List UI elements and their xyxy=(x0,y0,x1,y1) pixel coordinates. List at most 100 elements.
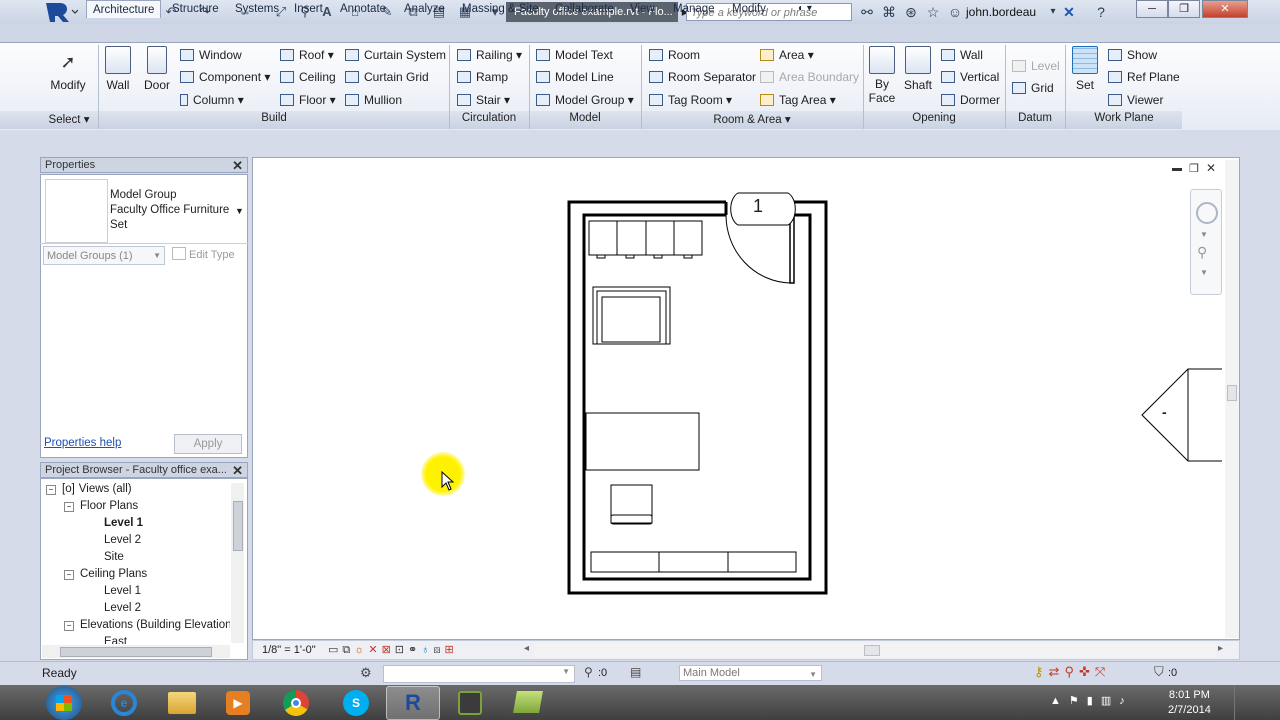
stair-button[interactable]: Stair ▾ xyxy=(457,93,510,107)
tree-item-ceiling-level-2[interactable]: Level 2 xyxy=(104,602,141,614)
taskbar-media-player[interactable]: ▶ xyxy=(212,686,264,718)
scrollbar-thumb[interactable] xyxy=(864,645,880,656)
tab-architecture[interactable]: Architecture xyxy=(86,0,162,18)
floor-button[interactable]: Floor ▾ xyxy=(280,93,336,107)
tree-item-floor-level-1[interactable]: Level 1 xyxy=(104,517,143,529)
collapse-icon[interactable]: − xyxy=(46,485,56,495)
scrollbar-thumb[interactable] xyxy=(233,501,243,551)
ribbon-minimize-icon[interactable]: ◐ ▾ xyxy=(792,0,818,18)
model-text-button[interactable]: Model Text xyxy=(536,48,613,62)
ramp-button[interactable]: Ramp xyxy=(457,70,508,84)
shadows-icon[interactable]: ✕ xyxy=(368,644,381,656)
filter-icon[interactable]: ⛉ xyxy=(1154,664,1164,680)
select-links-icon[interactable]: ⚷ xyxy=(1034,664,1049,679)
collapse-icon[interactable]: − xyxy=(64,502,74,512)
crop-view-icon[interactable]: ⊠ xyxy=(382,644,395,656)
tree-node-floor-plans[interactable]: − Floor Plans xyxy=(64,500,138,512)
curtain-grid-button[interactable]: Curtain Grid xyxy=(345,70,429,84)
tree-node-elevations[interactable]: − Elevations (Building Elevation xyxy=(64,619,230,631)
help-icon[interactable]: ? xyxy=(1092,3,1110,21)
minimize-button[interactable]: ─ xyxy=(1136,0,1168,18)
taskbar-notes[interactable] xyxy=(502,686,554,718)
tab-structure[interactable]: Structure xyxy=(166,0,225,18)
scrollbar-thumb[interactable] xyxy=(1227,385,1237,401)
area-button[interactable]: Area ▾ xyxy=(760,48,814,62)
tree-item-site[interactable]: Site xyxy=(104,551,124,563)
level-button[interactable]: Level xyxy=(1012,59,1060,73)
viewer-button[interactable]: Viewer xyxy=(1108,93,1163,107)
exchange-apps-icon[interactable]: ✕ xyxy=(1060,3,1078,21)
scroll-right-icon[interactable]: ▸ xyxy=(1218,643,1223,654)
model-line-button[interactable]: Model Line xyxy=(536,70,614,84)
active-workset-select[interactable]: ▼ xyxy=(383,665,575,683)
volume-icon[interactable]: ♪ xyxy=(1119,695,1133,707)
tab-insert[interactable]: Insert xyxy=(288,0,329,18)
elevation-marker[interactable] xyxy=(1141,368,1222,462)
tag-room-button[interactable]: Tag Room ▾ xyxy=(649,93,732,107)
taskbar-clock[interactable]: 8:01 PM 2/7/2014 xyxy=(1168,688,1211,718)
properties-help-link[interactable]: Properties help xyxy=(44,437,121,449)
modify-button[interactable]: ➚ Modify xyxy=(48,50,88,92)
taskbar-chrome[interactable] xyxy=(270,686,322,718)
room-area-panel-label[interactable]: Room & Area ▾ xyxy=(642,112,862,126)
area-boundary-button[interactable]: Area Boundary xyxy=(760,70,859,84)
analytical-model-icon[interactable]: ⊞ xyxy=(444,644,457,656)
canvas-vertical-scrollbar[interactable] xyxy=(1225,160,1239,638)
view-close-icon[interactable]: ✕ xyxy=(1206,161,1216,175)
by-face-button[interactable]: By Face xyxy=(866,46,898,105)
chevron-down-icon[interactable]: ▼ xyxy=(1200,268,1208,277)
revit-logo-icon[interactable] xyxy=(42,1,78,23)
canvas-horizontal-scrollbar[interactable] xyxy=(534,643,1216,657)
network-icon[interactable]: ▥ xyxy=(1101,695,1119,707)
action-center-icon[interactable]: ⚑ xyxy=(1069,695,1087,707)
communication-icon[interactable]: ⊛ xyxy=(902,3,920,21)
close-button[interactable]: ✕ xyxy=(1202,0,1248,18)
tree-node-ceiling-plans[interactable]: − Ceiling Plans xyxy=(64,568,147,580)
binoculars-icon[interactable]: ⚯ xyxy=(858,3,876,21)
set-work-plane-button[interactable]: Set xyxy=(1068,46,1102,92)
restore-button[interactable]: ❐ xyxy=(1168,0,1200,18)
show-crop-icon[interactable]: ⊡ xyxy=(395,644,408,656)
view-control-icons[interactable]: ▭⧉☼✕⊠⊡⚭♁⧇⊞ xyxy=(328,643,458,657)
collapse-icon[interactable]: − xyxy=(64,570,74,580)
shaft-button[interactable]: Shaft xyxy=(902,46,934,92)
show-hidden-icons-icon[interactable]: ▲ xyxy=(1050,695,1069,707)
curtain-system-button[interactable]: Curtain System xyxy=(345,48,446,62)
door-button[interactable]: Door xyxy=(140,46,174,92)
show-desktop-button[interactable] xyxy=(1234,686,1280,720)
scrollbar-thumb[interactable] xyxy=(60,647,212,657)
drag-elements-icon[interactable]: ⤧ xyxy=(1095,664,1110,679)
steering-wheel-icon[interactable] xyxy=(1196,202,1218,224)
component-button[interactable]: Component ▾ xyxy=(180,70,270,84)
taskbar-screen-recorder[interactable] xyxy=(444,686,496,718)
browser-horizontal-scrollbar[interactable] xyxy=(42,645,230,658)
tab-manage[interactable]: Manage xyxy=(667,0,721,18)
show-work-plane-button[interactable]: Show xyxy=(1108,48,1157,62)
ceiling-button[interactable]: Ceiling xyxy=(280,70,336,84)
view-minimize-icon[interactable]: ▬ xyxy=(1172,163,1182,174)
selection-options-icons[interactable]: ⚷⇄⚲✜⤧ xyxy=(1034,664,1110,680)
railing-button[interactable]: Railing ▾ xyxy=(457,48,522,62)
tab-collaborate[interactable]: Collaborate xyxy=(549,0,620,18)
browser-vertical-scrollbar[interactable] xyxy=(231,483,244,643)
worksharing-icon[interactable]: ⧇ xyxy=(433,644,444,656)
vertical-opening-button[interactable]: Vertical xyxy=(941,70,999,84)
reveal-hidden-icon[interactable]: ♁ xyxy=(421,644,433,656)
room-button[interactable]: Room xyxy=(649,48,700,62)
select-pinned-icon[interactable]: ⚲ xyxy=(1064,664,1079,679)
room-separator-button[interactable]: Room Separator xyxy=(649,70,756,84)
zoom-icon[interactable]: ⚲ xyxy=(1197,244,1207,261)
temporary-hide-icon[interactable]: ⚭ xyxy=(408,644,421,656)
model-group-button[interactable]: Model Group ▾ xyxy=(536,93,634,107)
type-dropdown-icon[interactable]: ▼ xyxy=(235,206,244,216)
design-options-icon[interactable]: ▤ xyxy=(630,665,641,679)
instance-filter-select[interactable]: Model Groups (1) ▼ xyxy=(43,246,165,265)
user-icon[interactable]: ☺ xyxy=(946,3,964,21)
tree-item-east[interactable]: East xyxy=(104,636,127,644)
chevron-down-icon[interactable]: ▼ xyxy=(1200,230,1208,239)
wall-button[interactable]: Wall xyxy=(103,46,133,92)
view-scale[interactable]: 1/8" = 1'-0" xyxy=(262,644,316,656)
mullion-button[interactable]: Mullion xyxy=(345,93,402,107)
start-button[interactable] xyxy=(46,686,82,720)
type-selector[interactable]: Model Group Faculty Office Furniture Set xyxy=(110,188,240,233)
